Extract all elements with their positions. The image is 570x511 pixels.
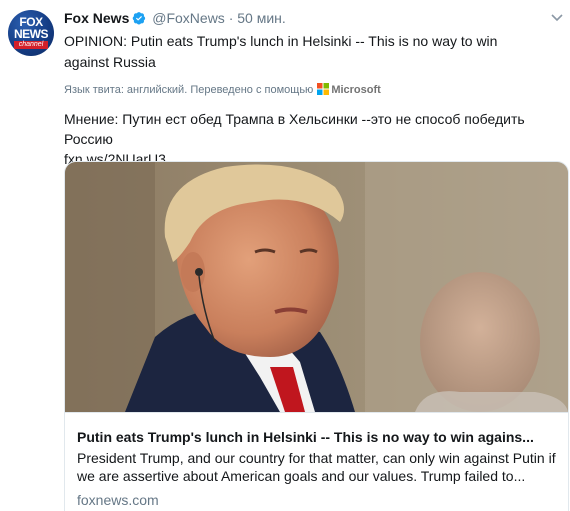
tweet-text: OPINION: Putin eats Trump's lunch in Hel… <box>64 33 498 70</box>
previous-tweet-fragment: · · · · · · · · · · · · <box>0 0 570 4</box>
timestamp[interactable]: 50 мин. <box>237 10 286 26</box>
tweet-header: Fox News @FoxNews · 50 мин. <box>64 9 286 27</box>
fox-news-logo: FOX NEWS <box>14 15 49 41</box>
link-card[interactable]: Putin eats Trump's lunch in Helsinki -- … <box>64 161 569 511</box>
card-domain: foxnews.com <box>77 492 159 508</box>
translated-text: Мнение: Путин ест обед Трампа в Хельсинк… <box>64 109 564 169</box>
separator: · <box>228 10 234 26</box>
author-name[interactable]: Fox News <box>64 10 129 26</box>
translation-provider[interactable]: Microsoft <box>331 84 381 96</box>
chevron-down-icon[interactable] <box>550 13 564 23</box>
translated-text-body: Мнение: Путин ест обед Трампа в Хельсинк… <box>64 111 525 147</box>
author-handle[interactable]: @FoxNews <box>152 10 225 26</box>
channel-label: channel <box>14 41 48 49</box>
card-image[interactable] <box>65 162 568 412</box>
card-title[interactable]: Putin eats Trump's lunch in Helsinki -- … <box>77 428 557 446</box>
card-description: President Trump, and our country for tha… <box>77 450 556 484</box>
card-photo <box>65 162 568 412</box>
card-body[interactable]: Putin eats Trump's lunch in Helsinki -- … <box>65 412 568 511</box>
microsoft-logo-icon <box>317 83 330 95</box>
translation-note: Язык твита: английский. Переведено с пом… <box>64 82 381 98</box>
verified-badge-icon <box>133 12 146 25</box>
translation-note-text: Язык твита: английский. Переведено с пом… <box>64 84 314 96</box>
avatar[interactable]: FOX NEWS channel <box>8 10 54 56</box>
